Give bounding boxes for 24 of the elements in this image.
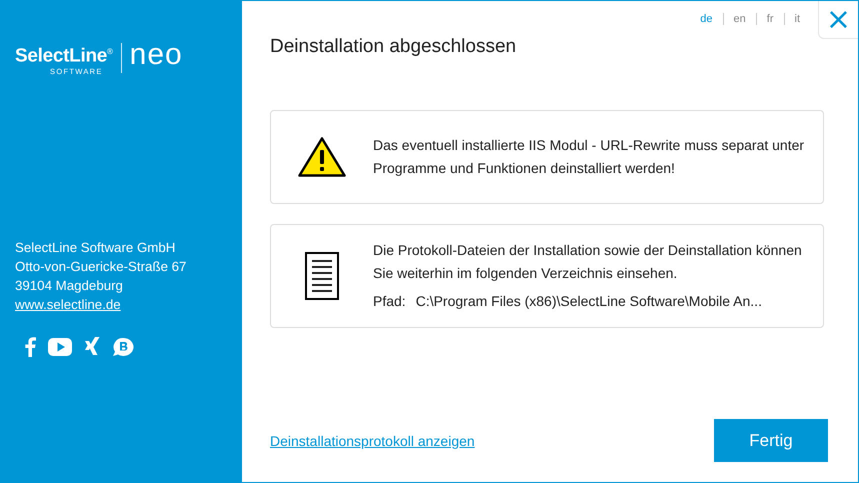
close-button[interactable]: × — [818, 1, 858, 39]
finish-button[interactable]: Fertig — [714, 419, 828, 462]
logo-product: neo — [130, 41, 183, 69]
warning-icon — [298, 137, 346, 177]
path-value: C:\Program Files (x86)\SelectLine Software\Mobile An... — [416, 292, 762, 311]
page-title: Deinstallation abgeschlossen — [270, 36, 518, 58]
logo-brand: SelectLine$^{®}$ — [15, 44, 113, 68]
message-text: Das eventuell installierte IIS Modul - URL-Rewrite muss separat unter Programme und Funktionen deinstalliert werden! — [373, 136, 806, 178]
language-link[interactable]: fr — [756, 13, 784, 25]
language-link[interactable]: en — [724, 13, 756, 25]
website-link[interactable]: www.selectline.de — [15, 295, 121, 314]
message-text: Die Protokoll-Dateien der Installation sowie der Deinstallation können Sie weiterhin im folgenden Verzeichnis einsehen. — [373, 241, 803, 283]
language-link[interactable]: de — [690, 13, 723, 25]
document-icon — [305, 252, 339, 300]
path-label: Pfad: — [373, 292, 406, 311]
xing-icon[interactable] — [84, 337, 100, 358]
language-link[interactable]: it — [784, 13, 810, 25]
chat-bubble-icon[interactable] — [112, 337, 134, 358]
video-play-icon[interactable] — [48, 338, 72, 356]
log-link[interactable]: Deinstallationsprotokoll anzeigen — [270, 432, 475, 448]
facebook-icon[interactable] — [24, 337, 36, 358]
address-line: Otto-von-Guericke-Straße 67 — [15, 258, 188, 276]
address-line: SelectLine Software GmbH — [15, 239, 176, 258]
address-line: 39104 Magdeburg — [15, 277, 124, 296]
